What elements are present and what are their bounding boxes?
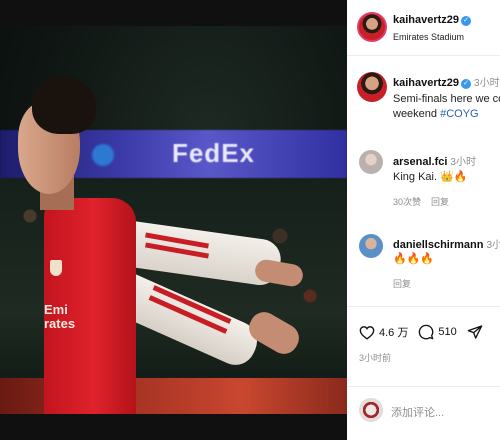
comment-time: 3小时: [450, 157, 476, 168]
comment-text: 🔥🔥🔥: [393, 252, 434, 267]
divider: [347, 306, 500, 307]
caption-author[interactable]: kaihavertz29 ✓ 3小时: [393, 74, 500, 89]
comment-text: King Kai. 👑🔥: [393, 170, 468, 185]
caption-time: 3小时: [474, 78, 500, 89]
comment-username-text[interactable]: arsenal.fci: [393, 156, 447, 168]
comment-body: King Kai.: [393, 171, 441, 183]
post-location[interactable]: Emirates Stadium: [393, 32, 464, 42]
author-avatar[interactable]: [357, 12, 387, 42]
caption-author-avatar[interactable]: [357, 72, 387, 102]
comment-avatar[interactable]: [359, 150, 383, 174]
add-comment-input[interactable]: 添加评论...: [391, 404, 444, 420]
like-count: 4.6 万: [379, 327, 409, 339]
comment-emoji: 👑🔥: [440, 171, 468, 183]
comment-username[interactable]: daniellschirmann3小时: [393, 236, 500, 251]
shirt-sponsor-text: rates: [44, 316, 76, 331]
comment-meta: 30次赞 回复: [393, 195, 459, 208]
photo-panel: FedEx Emi rates: [0, 0, 347, 440]
comment-reply-button[interactable]: 回复: [431, 197, 449, 207]
action-bar: 4.6 万 510: [359, 322, 497, 342]
club-crest-icon: [50, 260, 62, 276]
comment-reply-button[interactable]: 回复: [393, 279, 411, 289]
comment-likes[interactable]: 30次赞: [393, 197, 421, 207]
shirt-sponsor-text: Emi: [44, 302, 68, 317]
comment-username[interactable]: arsenal.fci 3小时: [393, 153, 476, 168]
adboard-logo-icon: [92, 144, 114, 166]
author-username-text[interactable]: kaihavertz29: [393, 14, 459, 26]
comment-emoji: 🔥🔥🔥: [393, 253, 435, 265]
comment-count: 510: [438, 326, 457, 338]
caption-line-2: weekend #COYG: [393, 107, 479, 122]
caption-text: weekend: [393, 108, 441, 120]
comment-icon[interactable]: [418, 324, 434, 340]
comment-username-text[interactable]: daniellschirmann: [393, 239, 483, 251]
player-hair: [32, 76, 96, 134]
current-user-avatar[interactable]: [359, 398, 383, 422]
share-icon[interactable]: [467, 324, 483, 340]
comment-avatar[interactable]: [359, 234, 383, 258]
verified-badge-icon: ✓: [461, 79, 472, 89]
post-header: kaihavertz29 ✓ Emirates Stadium: [347, 0, 500, 56]
author-username[interactable]: kaihavertz29 ✓: [393, 14, 472, 26]
adboard-text: FedEx: [171, 138, 255, 168]
divider: [347, 386, 500, 387]
heart-icon[interactable]: [359, 325, 375, 340]
comment-time: 3小时: [486, 240, 500, 251]
like-action[interactable]: 4.6 万: [359, 324, 408, 340]
hashtag-link[interactable]: #COYG: [440, 108, 479, 120]
post-side-panel: kaihavertz29 ✓ Emirates Stadium kaihavert…: [347, 0, 500, 440]
comment-meta: 回复: [393, 277, 421, 290]
caption-line-1: Semi-finals here we co: [393, 93, 500, 105]
post-timestamp: 3小时前: [359, 353, 392, 363]
post-photo[interactable]: FedEx Emi rates: [0, 26, 347, 414]
share-action[interactable]: [467, 324, 487, 340]
caption-username[interactable]: kaihavertz29: [393, 77, 459, 89]
comment-action[interactable]: 510: [418, 324, 457, 340]
verified-badge-icon: ✓: [461, 16, 472, 26]
